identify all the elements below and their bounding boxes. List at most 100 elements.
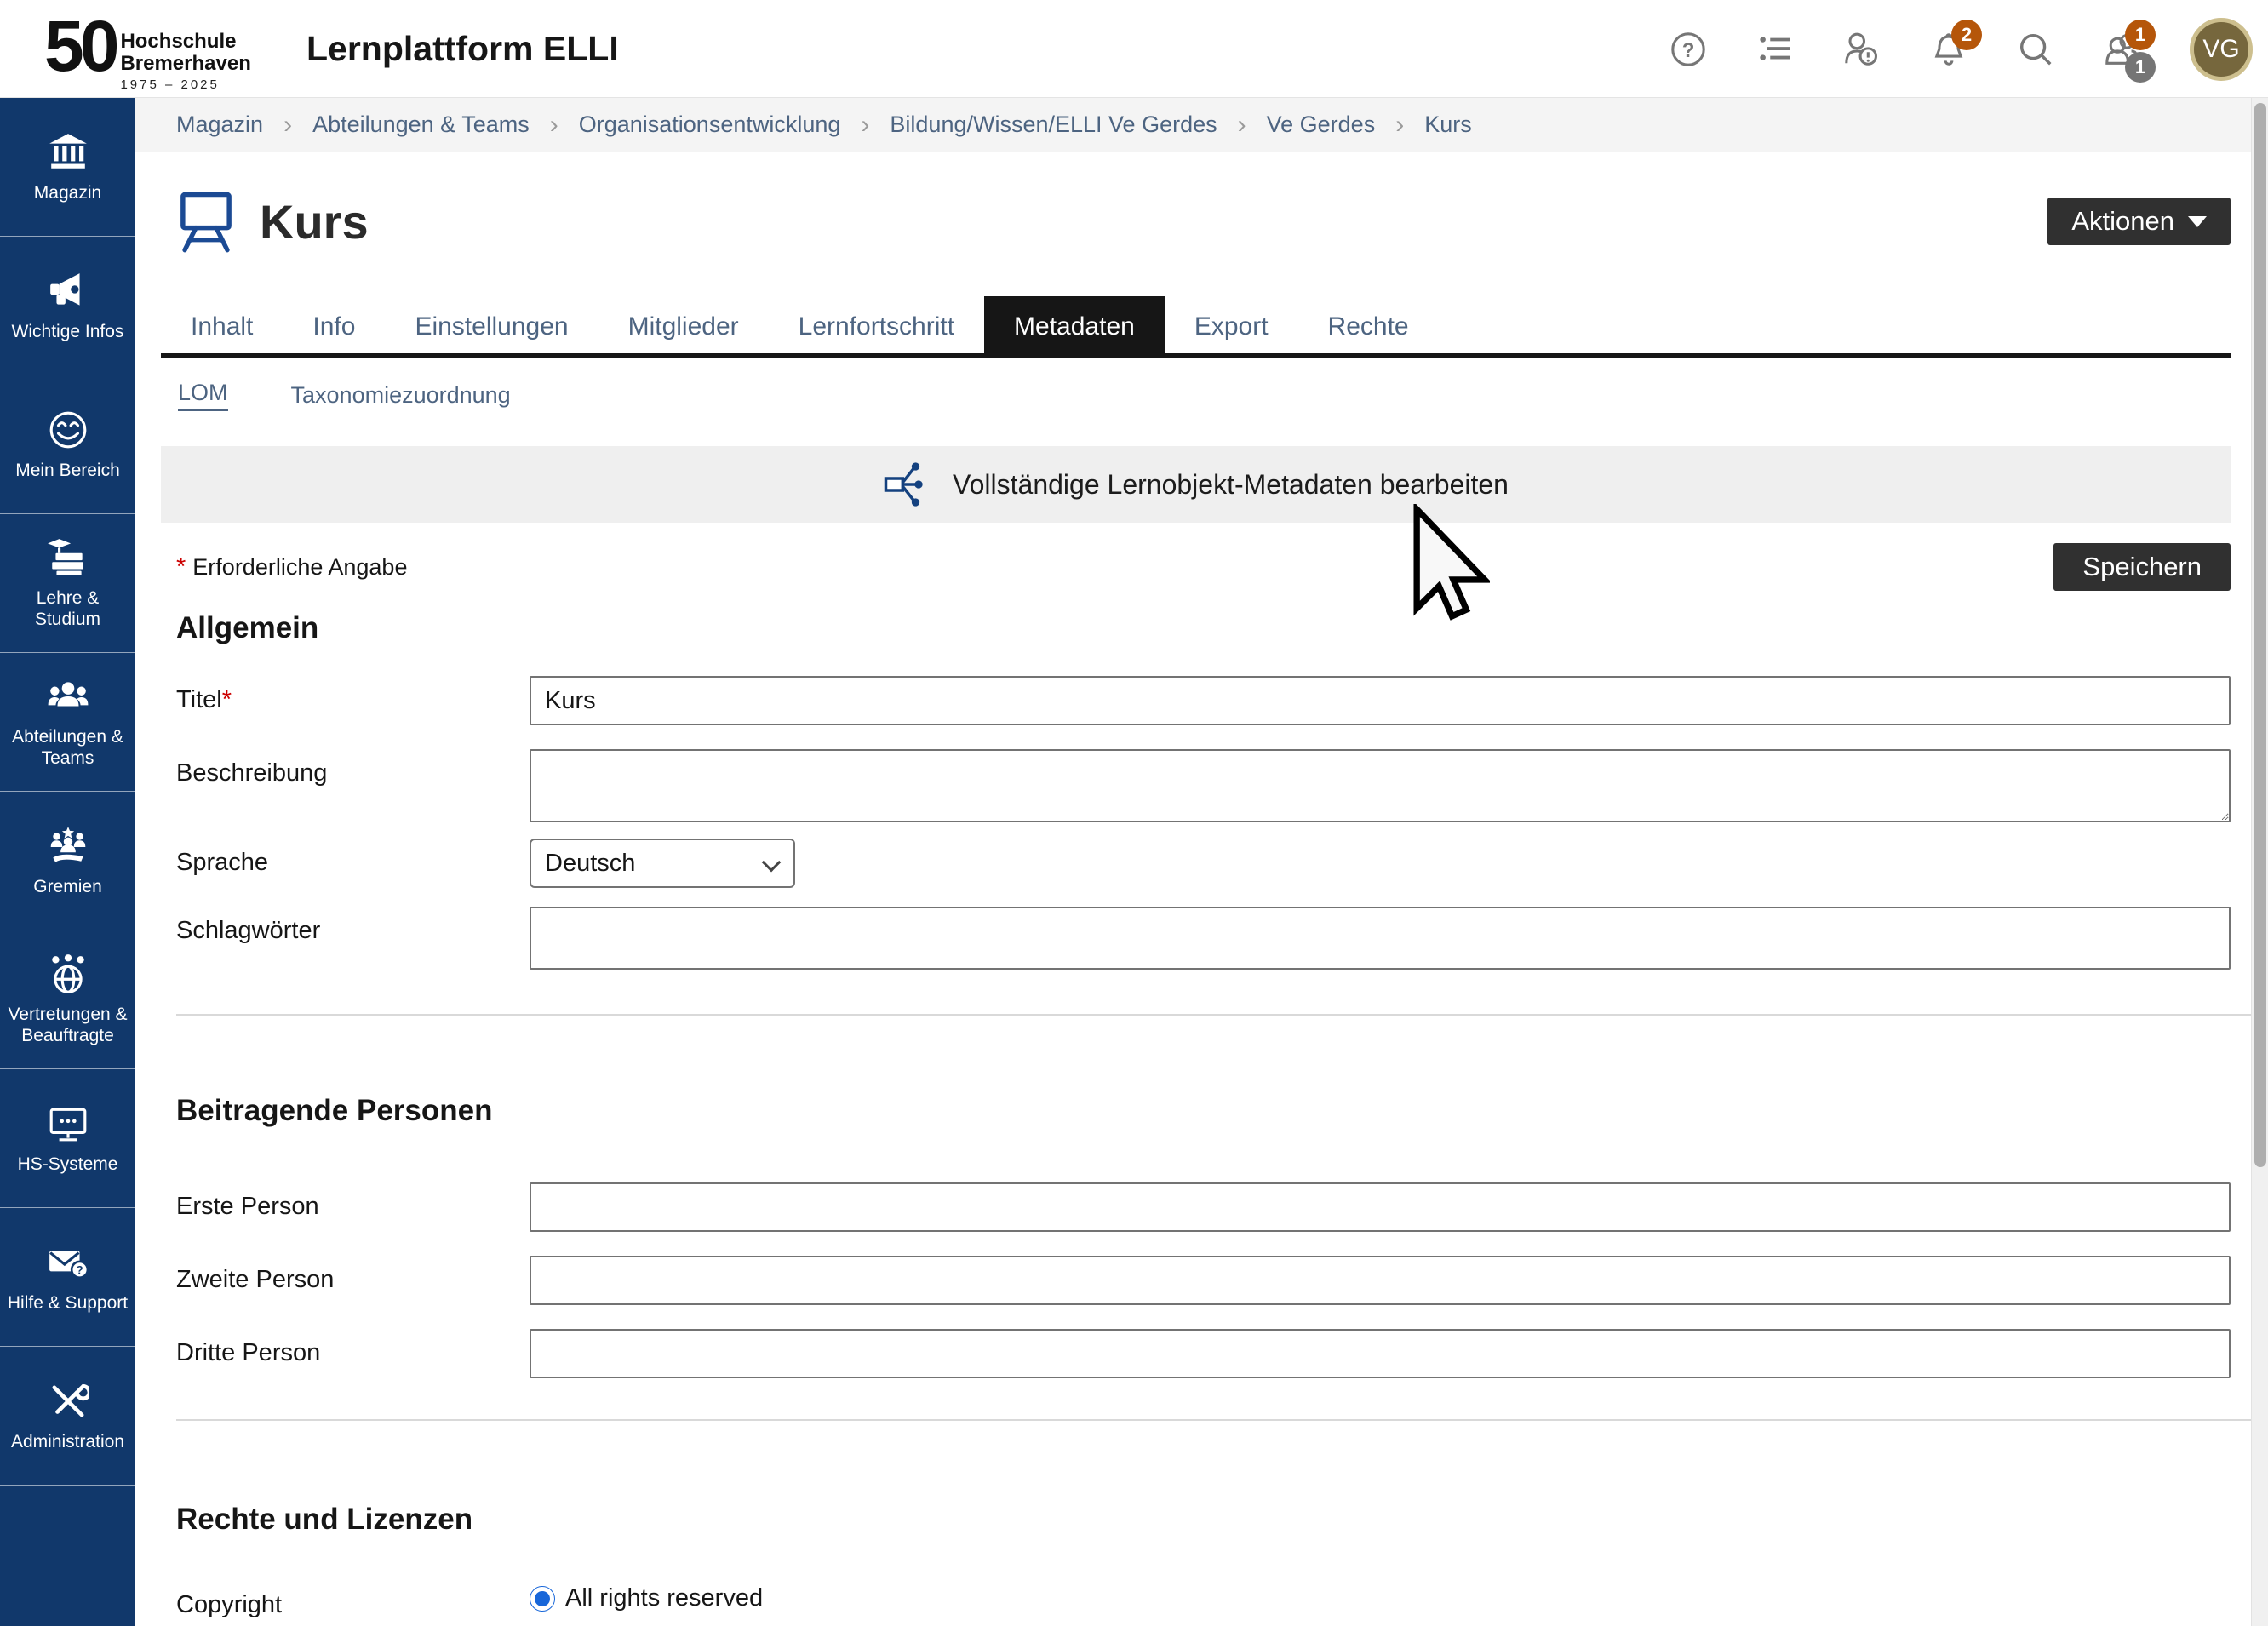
sidebar-item-wichtige-infos[interactable]: Wichtige Infos (0, 237, 135, 375)
hochschule-bremerhaven-logo: 50 Hochschule Bremerhaven 1975 – 2025 (44, 7, 251, 92)
edit-full-metadata-link[interactable]: Vollständige Lernobjekt-Metadaten bearbe… (161, 446, 2231, 523)
copyright-radio-all-rights-reserved[interactable] (530, 1586, 555, 1612)
tab-metadaten[interactable]: Metadaten (984, 296, 1165, 353)
todo-list-icon[interactable] (1755, 30, 1795, 69)
logo-line2: Bremerhaven (120, 53, 250, 75)
sidebar-item-gremien[interactable]: Gremien (0, 792, 135, 930)
logo-50: 50 (44, 7, 115, 85)
tab-bar: Inhalt Info Einstellungen Mitglieder Ler… (161, 296, 2231, 358)
form-row-dritte-person: Dritte Person (161, 1329, 2231, 1378)
form-row-zweite-person: Zweite Person (161, 1256, 2231, 1305)
schlagwoerter-input[interactable] (530, 907, 2231, 970)
required-note: *Erforderliche Angabe (176, 553, 407, 581)
screen: 50 Hochschule Bremerhaven 1975 – 2025 Le… (0, 0, 2268, 1626)
sidebar-item-lehre-studium[interactable]: Lehre & Studium (0, 514, 135, 653)
dritte-person-input[interactable] (530, 1329, 2231, 1378)
schlagwoerter-label: Schlagwörter (176, 907, 530, 945)
breadcrumb-item[interactable]: Organisationsentwicklung (579, 112, 841, 138)
breadcrumb-separator: › (284, 111, 292, 140)
breadcrumb-item[interactable]: Ve Gerdes (1267, 112, 1376, 138)
sidebar-item-hs-systeme[interactable]: HS-Systeme (0, 1069, 135, 1208)
smiley-icon (47, 409, 89, 451)
page-title: Kurs (260, 194, 369, 249)
contacts-icon[interactable]: 1 1 (2103, 30, 2142, 69)
sprache-select[interactable]: Deutsch (530, 839, 795, 888)
erste-person-label: Erste Person (176, 1182, 530, 1221)
sidebar-item-mein-bereich[interactable]: Mein Bereich (0, 375, 135, 514)
tab-export[interactable]: Export (1165, 296, 1298, 353)
subtab-lom[interactable]: LOM (178, 380, 228, 411)
logo-years: 1975 – 2025 (120, 77, 250, 92)
tab-rechte[interactable]: Rechte (1298, 296, 1439, 353)
globe-people-icon (47, 953, 89, 995)
course-blackboard-icon (176, 189, 236, 254)
logo-line1: Hochschule (120, 31, 250, 53)
required-asterisk: * (176, 553, 186, 581)
breadcrumb-item[interactable]: Abteilungen & Teams (312, 112, 530, 138)
tools-icon (47, 1380, 89, 1423)
tab-lernfortschritt[interactable]: Lernfortschritt (769, 296, 984, 353)
zweite-person-input[interactable] (530, 1256, 2231, 1305)
committee-icon (47, 825, 89, 867)
section-heading-allgemein: Allgemein (176, 611, 2231, 645)
main-content: Kurs Aktionen Inhalt Info Einstellungen … (135, 152, 2251, 1626)
beschreibung-label: Beschreibung (176, 749, 530, 787)
tab-einstellungen[interactable]: Einstellungen (385, 296, 598, 353)
sprache-select-wrap: Deutsch (530, 839, 795, 888)
form-row-schlagwoerter: Schlagwörter (161, 907, 2231, 970)
sidebar-item-abteilungen-teams[interactable]: Abteilungen & Teams (0, 653, 135, 792)
speichern-button[interactable]: Speichern (2053, 543, 2231, 591)
erste-person-input[interactable] (530, 1182, 2231, 1232)
section-heading-rechte: Rechte und Lizenzen (176, 1503, 2231, 1537)
notifications-badge: 2 (1951, 20, 1982, 50)
contacts-badge-new: 1 (2125, 20, 2156, 50)
copyright-label: Copyright (176, 1581, 530, 1619)
scrollbar-thumb[interactable] (2254, 103, 2266, 1167)
help-icon[interactable]: ? (1669, 30, 1708, 69)
zweite-person-label: Zweite Person (176, 1256, 530, 1294)
breadcrumb-item[interactable]: Magazin (176, 112, 263, 138)
breadcrumb-separator: › (1238, 111, 1246, 140)
sidebar-item-magazin[interactable]: Magazin (0, 98, 135, 237)
books-icon (47, 536, 89, 579)
breadcrumb-separator: › (861, 111, 869, 140)
awareness-icon[interactable] (1842, 30, 1881, 69)
subtab-taxonomiezuordnung[interactable]: Taxonomiezuordnung (291, 382, 511, 409)
sidebar-item-hilfe-support[interactable]: ? Hilfe & Support (0, 1208, 135, 1347)
header-icon-row: ? (1669, 0, 2253, 98)
contacts-badge-total: 1 (2125, 52, 2156, 83)
breadcrumb-item[interactable]: Kurs (1424, 112, 1472, 138)
notifications-bell-icon[interactable]: 2 (1929, 30, 1968, 69)
tab-info[interactable]: Info (283, 296, 385, 353)
svg-text:?: ? (76, 1263, 83, 1276)
tab-inhalt[interactable]: Inhalt (161, 296, 283, 353)
beschreibung-textarea[interactable] (530, 749, 2231, 822)
tab-mitglieder[interactable]: Mitglieder (598, 296, 769, 353)
titel-input[interactable] (530, 676, 2231, 725)
app-title: Lernplattform ELLI (306, 0, 619, 98)
section-divider (176, 1014, 2251, 1016)
sprache-label: Sprache (176, 839, 530, 877)
breadcrumb-item[interactable]: Bildung/Wissen/ELLI Ve Gerdes (890, 112, 1217, 138)
main-sidebar: Magazin Wichtige Infos Mein Bereich Lehr… (0, 98, 135, 1626)
sidebar-item-administration[interactable]: Administration (0, 1347, 135, 1486)
search-icon[interactable] (2016, 30, 2055, 69)
titel-label: Titel* (176, 676, 530, 714)
section-heading-beitragende: Beitragende Personen (176, 1094, 2231, 1128)
svg-text:?: ? (1682, 38, 1695, 61)
monitor-icon (47, 1102, 89, 1145)
top-header: 50 Hochschule Bremerhaven 1975 – 2025 Le… (0, 0, 2268, 98)
metadata-node-icon (883, 461, 931, 508)
megaphone-icon (47, 270, 89, 312)
bank-icon (47, 131, 89, 174)
user-avatar[interactable]: VG (2190, 18, 2253, 81)
form-row-erste-person: Erste Person (161, 1182, 2231, 1232)
aktionen-button[interactable]: Aktionen (2048, 198, 2231, 245)
form-row-copyright: Copyright All rights reserved (161, 1581, 2231, 1619)
form-row-beschreibung: Beschreibung (161, 749, 2231, 827)
people-group-icon (47, 675, 89, 718)
subtab-bar: LOM Taxonomiezuordnung (161, 375, 2231, 415)
vertical-scrollbar[interactable] (2251, 98, 2268, 1626)
form-row-titel: Titel* (161, 676, 2231, 725)
sidebar-item-vertretungen-beauftragte[interactable]: Vertretungen & Beauftragte (0, 930, 135, 1069)
